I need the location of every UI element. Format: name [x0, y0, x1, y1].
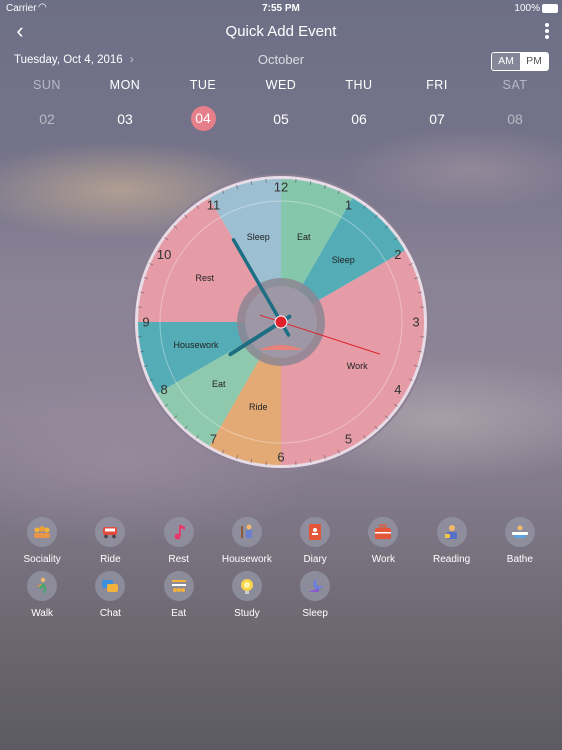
segment-label: Eat — [297, 232, 311, 242]
diary-icon — [300, 517, 331, 547]
day-name: SAT — [502, 78, 528, 92]
day-date: 07 — [429, 111, 445, 127]
activity-label: Work — [371, 554, 395, 565]
activity-clock[interactable]: Eat Sleep Work Ride Eat Housework Rest Sleep 12 1… — [129, 170, 433, 474]
clock-number: 5 — [345, 431, 352, 446]
clock-number: 1 — [345, 198, 352, 213]
activity-chat[interactable]: Chat — [76, 571, 144, 625]
page-title: Quick Add Event — [225, 23, 337, 40]
activity-walk[interactable]: Walk — [8, 571, 76, 625]
segment-label: Sleep — [332, 255, 355, 265]
sociality-icon — [27, 517, 58, 547]
activity-label: Diary — [303, 554, 327, 565]
segment-label: Housework — [173, 340, 219, 350]
day-name: TUE — [189, 78, 217, 92]
activity-work[interactable]: Work — [349, 517, 417, 571]
music-note-icon — [163, 517, 194, 547]
day-date: 05 — [273, 111, 289, 127]
day-name: THU — [345, 78, 373, 92]
day-fri[interactable]: FRI 07 — [398, 78, 476, 132]
day-mon[interactable]: MON 03 — [86, 78, 164, 132]
activity-label: Sleep — [302, 608, 328, 619]
clock-number: 4 — [394, 382, 401, 397]
clock-number: 2 — [394, 247, 401, 262]
day-wed[interactable]: WED 05 — [242, 78, 320, 132]
activity-label: Study — [234, 608, 260, 619]
day-date: 06 — [351, 111, 367, 127]
activity-label: Sociality — [23, 554, 61, 565]
activity-housework[interactable]: Housework — [213, 517, 281, 571]
battery-percent: 100% — [514, 3, 540, 14]
activity-label: Chat — [99, 608, 121, 619]
activity-label: Walk — [31, 608, 54, 619]
day-date: 08 — [507, 111, 523, 127]
month-label: October — [257, 52, 305, 67]
lightbulb-icon — [231, 571, 262, 601]
clock-number: 7 — [210, 431, 217, 446]
activity-reading[interactable]: Reading — [418, 517, 486, 571]
activity-label: Reading — [432, 554, 471, 565]
activity-label: Eat — [171, 608, 187, 619]
bathtub-icon — [504, 517, 535, 547]
moon-icon — [300, 571, 331, 601]
activity-rest[interactable]: Rest — [145, 517, 213, 571]
reading-icon — [436, 517, 467, 547]
am-button[interactable]: AM — [492, 53, 520, 70]
activity-label: Housework — [221, 554, 272, 565]
clock-center-pin — [274, 315, 288, 329]
pm-button[interactable]: PM — [520, 53, 548, 70]
chat-icon — [95, 571, 126, 601]
clock-number: 8 — [160, 382, 167, 397]
clock-number: 11 — [207, 198, 221, 213]
activity-row: Sociality Ride Rest Housework Diary Work… — [8, 517, 554, 571]
navigation-bar: ‹ Quick Add Event — [0, 20, 562, 44]
status-time: 7:55 PM — [262, 3, 300, 14]
briefcase-icon — [368, 517, 399, 547]
activity-eat[interactable]: Eat — [145, 571, 213, 625]
activity-diary[interactable]: Diary — [281, 517, 349, 571]
clock-face[interactable]: EatSleepWorkRideEatHouseworkRestSleep121… — [129, 170, 433, 474]
activity-ride[interactable]: Ride — [76, 517, 144, 571]
activity-sociality[interactable]: Sociality — [8, 517, 76, 571]
week-strip: SUN 02 MON 03 TUE 04 WED 05 THU 06 FRI 0… — [8, 78, 554, 132]
activity-sleep[interactable]: Sleep — [281, 571, 349, 625]
day-date: 02 — [39, 111, 55, 127]
status-bar: Carrier ◠ 7:55 PM 100% — [0, 0, 562, 18]
more-options-icon[interactable] — [540, 22, 554, 42]
segment-label: Work — [347, 361, 368, 371]
activity-label: Ride — [100, 554, 121, 565]
day-date-selected: 04 — [190, 106, 216, 131]
am-pm-toggle[interactable]: AM PM — [491, 52, 549, 71]
clock-number: 12 — [274, 180, 288, 195]
day-sun[interactable]: SUN 02 — [8, 78, 86, 132]
activity-palette: Sociality Ride Rest Housework Diary Work… — [8, 517, 554, 625]
activity-label: Rest — [168, 554, 189, 565]
day-name: MON — [109, 78, 141, 92]
food-icon — [163, 571, 194, 601]
activity-label: Bathe — [506, 554, 533, 565]
clock-number: 6 — [277, 450, 284, 465]
day-name: SUN — [33, 78, 61, 92]
clock-number: 3 — [412, 315, 419, 330]
housework-icon — [231, 517, 262, 547]
day-thu[interactable]: THU 06 — [320, 78, 398, 132]
clock-number: 9 — [142, 315, 149, 330]
car-icon — [95, 517, 126, 547]
day-date: 03 — [117, 111, 133, 127]
activity-study[interactable]: Study — [213, 571, 281, 625]
clock-number: 10 — [157, 247, 171, 262]
activity-bathe[interactable]: Bathe — [486, 517, 554, 571]
day-sat[interactable]: SAT 08 — [476, 78, 554, 132]
day-name: WED — [265, 78, 297, 92]
activity-row: Walk Chat Eat Study Sleep — [8, 571, 554, 625]
segment-label: Sleep — [247, 232, 270, 242]
segment-label: Ride — [249, 402, 268, 412]
walking-icon — [27, 571, 58, 601]
day-name: FRI — [426, 78, 448, 92]
battery-icon — [542, 4, 558, 13]
segment-label: Rest — [196, 273, 215, 283]
segment-label: Eat — [212, 379, 226, 389]
day-tue[interactable]: TUE 04 — [164, 78, 242, 132]
